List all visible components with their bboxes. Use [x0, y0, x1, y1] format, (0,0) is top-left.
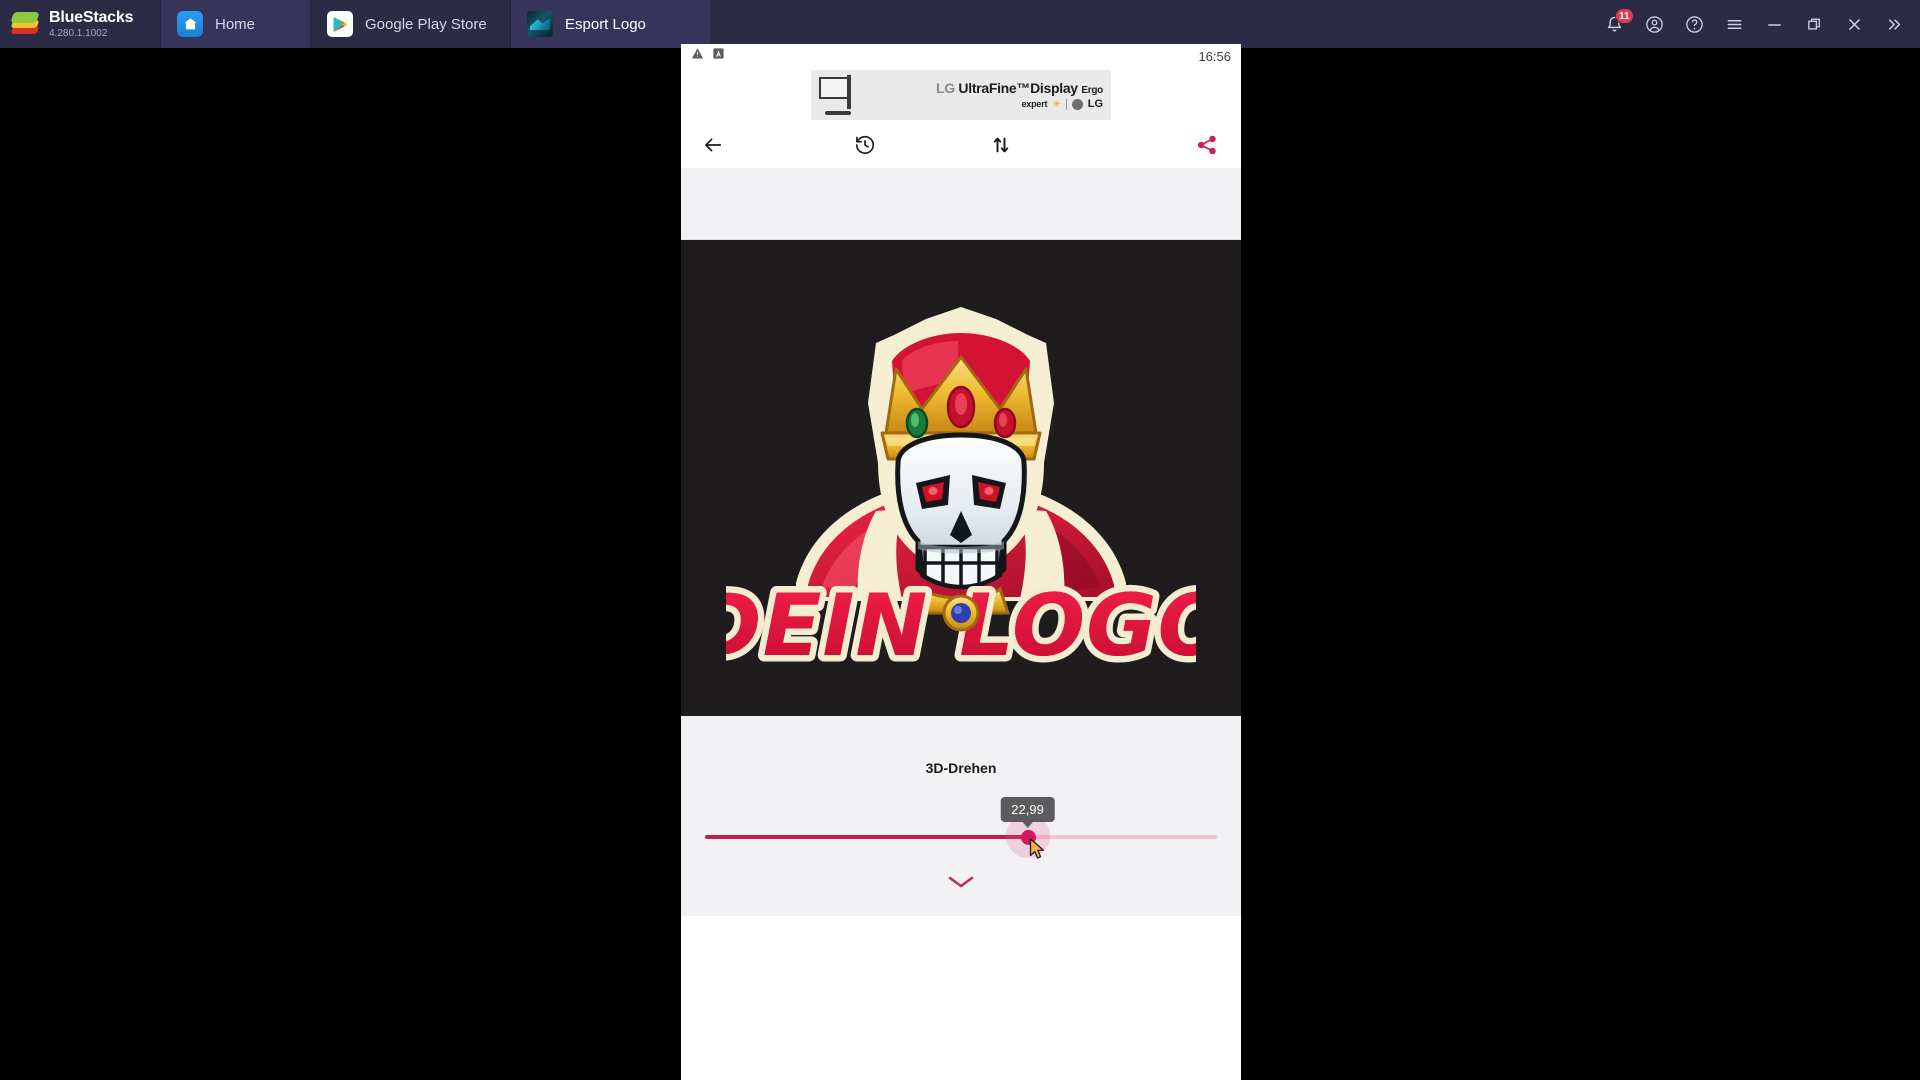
android-statusbar: 16:56 [681, 44, 1241, 68]
tab-home-label: Home [215, 15, 256, 33]
ad-retailer: expert [1021, 99, 1048, 109]
slider-label: 3D-Drehen [925, 760, 997, 776]
titlebar-spacer [710, 0, 1594, 48]
tab-google-play-store[interactable]: Google Play Store [310, 0, 510, 48]
slider-value-tooltip: 22,99 [1000, 797, 1055, 828]
google-play-icon [327, 11, 353, 37]
tab-home[interactable]: Home [160, 0, 310, 48]
warning-triangle-icon [691, 47, 704, 65]
help-button[interactable] [1674, 0, 1714, 48]
close-button[interactable] [1834, 0, 1874, 48]
ad-product: UltraFine™Display [958, 80, 1078, 96]
minimize-button[interactable] [1754, 0, 1794, 48]
expand-sidebar-button[interactable] [1874, 0, 1914, 48]
maximize-button[interactable] [1794, 0, 1834, 48]
back-button[interactable] [691, 122, 735, 168]
app-window: BlueStacks 4.280.1.1002 Home Google Play… [0, 0, 1920, 1080]
menu-button[interactable] [1714, 0, 1754, 48]
app-toolbar [681, 122, 1241, 168]
monitor-arm-icon [817, 73, 869, 117]
history-button[interactable] [843, 122, 887, 168]
collapse-panel-button[interactable] [681, 874, 1241, 890]
tab-esport-logo-label: Esport Logo [565, 15, 646, 33]
home-icon [177, 11, 203, 37]
esport-logo-icon [527, 11, 553, 37]
tab-google-play-store-label: Google Play Store [365, 15, 487, 33]
brand-title: BlueStacks [49, 8, 134, 26]
bluestacks-stack-logo-icon [10, 11, 40, 37]
slider-track-fill [705, 835, 1028, 839]
share-button[interactable] [1185, 122, 1229, 168]
ad-variant: Ergo [1081, 85, 1103, 96]
status-time: 16:56 [1198, 48, 1231, 64]
rotate-3d-slider[interactable]: 22,99 [705, 797, 1217, 859]
bluestacks-brand: BlueStacks 4.280.1.1002 [0, 0, 160, 48]
window-system-buttons: 11 [1594, 0, 1920, 48]
tab-esport-logo[interactable]: Esport Logo [510, 0, 710, 48]
mouse-cursor-icon [1029, 838, 1046, 865]
ad-retailer-mark-icon: ✳ [1052, 98, 1061, 110]
ad-brand: LG [935, 80, 955, 96]
notifications-badge: 11 [1615, 8, 1634, 24]
swap-order-button[interactable] [979, 122, 1023, 168]
notifications-button[interactable]: 11 [1594, 0, 1634, 48]
android-screen: 16:56 LG UltraFine™Display Ergo expert ✳ [681, 44, 1241, 1080]
app-a-icon [712, 47, 725, 65]
brand-version: 4.280.1.1002 [49, 27, 108, 39]
logo-canvas[interactable]: DEIN LOGO DEIN LOGO [681, 240, 1241, 716]
ad-advertiser: LG [1087, 98, 1103, 110]
bluestacks-titlebar: BlueStacks 4.280.1.1002 Home Google Play… [0, 0, 1920, 48]
skull-king-esport-logo-icon: DEIN LOGO DEIN LOGO [684, 283, 1237, 683]
ad-banner[interactable]: LG UltraFine™Display Ergo expert ✳ LG [681, 68, 1241, 122]
toolbar-gap-panel [681, 168, 1241, 240]
control-panel: 3D-Drehen 22,99 [681, 716, 1241, 916]
account-button[interactable] [1634, 0, 1674, 48]
lg-logo-icon [1071, 98, 1083, 110]
